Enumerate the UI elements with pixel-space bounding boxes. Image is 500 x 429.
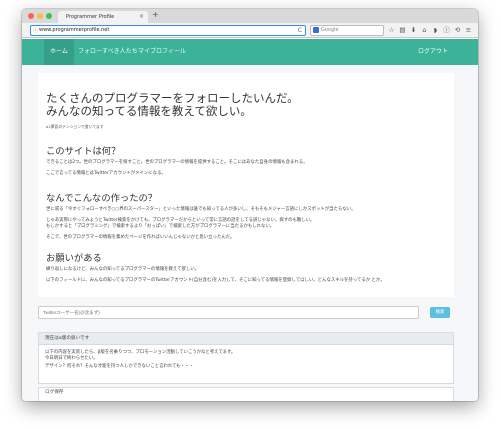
browser-search-placeholder: Google [321,27,339,33]
status-panel: 現在はα版の扱いです 以下の内容を実装したら、β版を名乗りつつ、プロモーション活… [38,332,454,384]
search-engine-icon [313,27,319,33]
search-button[interactable]: 検索 [430,307,450,318]
intro-panel: たくさんのプログラマーをフォローしたいんだ。 みんなの知ってる情報を教えて欲しい… [38,73,454,297]
url-bar[interactable]: ⓘ www.programmerprofile.net C [30,25,306,36]
status-line: デザイン？何それ？そんな才能を持つ人しかできないこと言われても・・・ [45,364,194,370]
home-icon[interactable]: ⌂ [421,25,428,35]
section-heading-about: このサイトは何？ [46,146,121,157]
paragraph: 世に或る「今すぐフォローすべき○○界のスーパースター」といった情報は誰でも知って… [46,207,356,212]
browser-tabbar: Programmer Profile × + [22,9,478,23]
star-icon[interactable]: ☆ [388,25,395,35]
status-body: 以下の内容を実装したら、β版を名乗りつつ、プロモーション活動していこうかなと考え… [39,345,453,376]
url-text: www.programmerprofile.net [39,27,110,33]
paragraph: ここで言ってる情報とはTwitterアカウントがメインになる。 [46,170,166,176]
browser-toolbar: ⓘ www.programmerprofile.net C Google ☆ ▤… [22,23,478,38]
sync-icon[interactable]: ⟲ [454,25,461,35]
toolbar-icons: ☆ ▤ ⬇ ⌂ ◗ ⓘ ⟲ ≡ [388,25,472,35]
hero-title-line2: みんなの知ってる情報を教えて欲しい。 [46,104,252,118]
section-text-why: 世に或る「今すぐフォローすべき○○界のスーパースター」といった情報は誰でも知って… [46,207,446,241]
section-heading-why: なんでこんなの作ったの？ [46,193,158,204]
paragraph: 繰り返しになるけど、みんなの知ってるプログラマーの情報を教えて欲しい。 [46,267,200,272]
nav-logout[interactable]: ログアウト [412,39,454,65]
maximize-window-icon[interactable] [46,13,52,19]
log-label: ログ保存 [45,390,64,395]
browser-search-input[interactable]: Google [310,25,384,36]
nav-home[interactable]: ホーム [44,39,74,65]
status-heading: 現在はα版の扱いです [39,333,453,345]
browser-tab[interactable]: Programmer Profile × [58,11,148,23]
section-heading-request: お願いがある [46,253,102,264]
tab-title: Programmer Profile [66,14,115,20]
reader-icon[interactable]: ▤ [399,25,406,35]
paragraph: 以下のフィールドに、みんなの知ってるプログラマーのTwitterアカウント(自分… [46,277,385,283]
minimize-window-icon[interactable] [37,13,43,19]
log-panel: ログ保存 [38,387,454,401]
paragraph: もしかすると「プログラミング」で検索するより「おっぱい」で検索した方がプログラマ… [46,224,275,229]
info-icon[interactable]: ⓘ [443,25,450,35]
section-text-about: できることは2つ。世のプログラマーを探すこと。世のプログラマーの情報を提供するこ… [46,160,446,177]
page-info-icon: ⓘ [33,28,39,34]
tab-close-icon[interactable]: × [139,11,144,23]
browser-window: Programmer Profile × + ⓘ www.programmerp… [22,9,478,401]
page-content: たくさんのプログラマーをフォローしたいんだ。 みんなの知ってる情報を教えて欲しい… [22,65,478,401]
twitter-search-form: 検索 [38,306,454,322]
hero-title: たくさんのプログラマーをフォローしたいんだ。 みんなの知ってる情報を教えて欲しい… [46,92,446,118]
new-tab-icon[interactable]: + [152,10,159,19]
section-text-request: 繰り返しになるけど、みんなの知ってるプログラマーの情報を教えて欲しい。 以下のフ… [46,267,446,284]
twitter-username-input[interactable] [38,306,419,319]
paragraph: そこで、世のプログラマーの情報を集めたページを作ればいいんじゃないかと思い立った… [46,234,235,240]
nav-profile[interactable]: マイプロフィール [132,39,192,65]
menu-icon[interactable]: ≡ [465,25,472,35]
close-window-icon[interactable] [28,13,34,19]
hero-subtitle: a2夢夏のテンションで書いてます [46,124,104,129]
reload-icon[interactable]: C [298,26,302,35]
paragraph: できることは2つ。世のプログラマーを探すこと。世のプログラマーの情報を提供するこ… [46,160,308,165]
status-line: 今日明日で終わらせたい。 [45,356,98,362]
site-navbar: ホーム フォローすべき人たち マイプロフィール ログアウト [22,39,478,65]
download-icon[interactable]: ⬇ [410,25,417,35]
pocket-icon[interactable]: ◗ [432,25,439,35]
